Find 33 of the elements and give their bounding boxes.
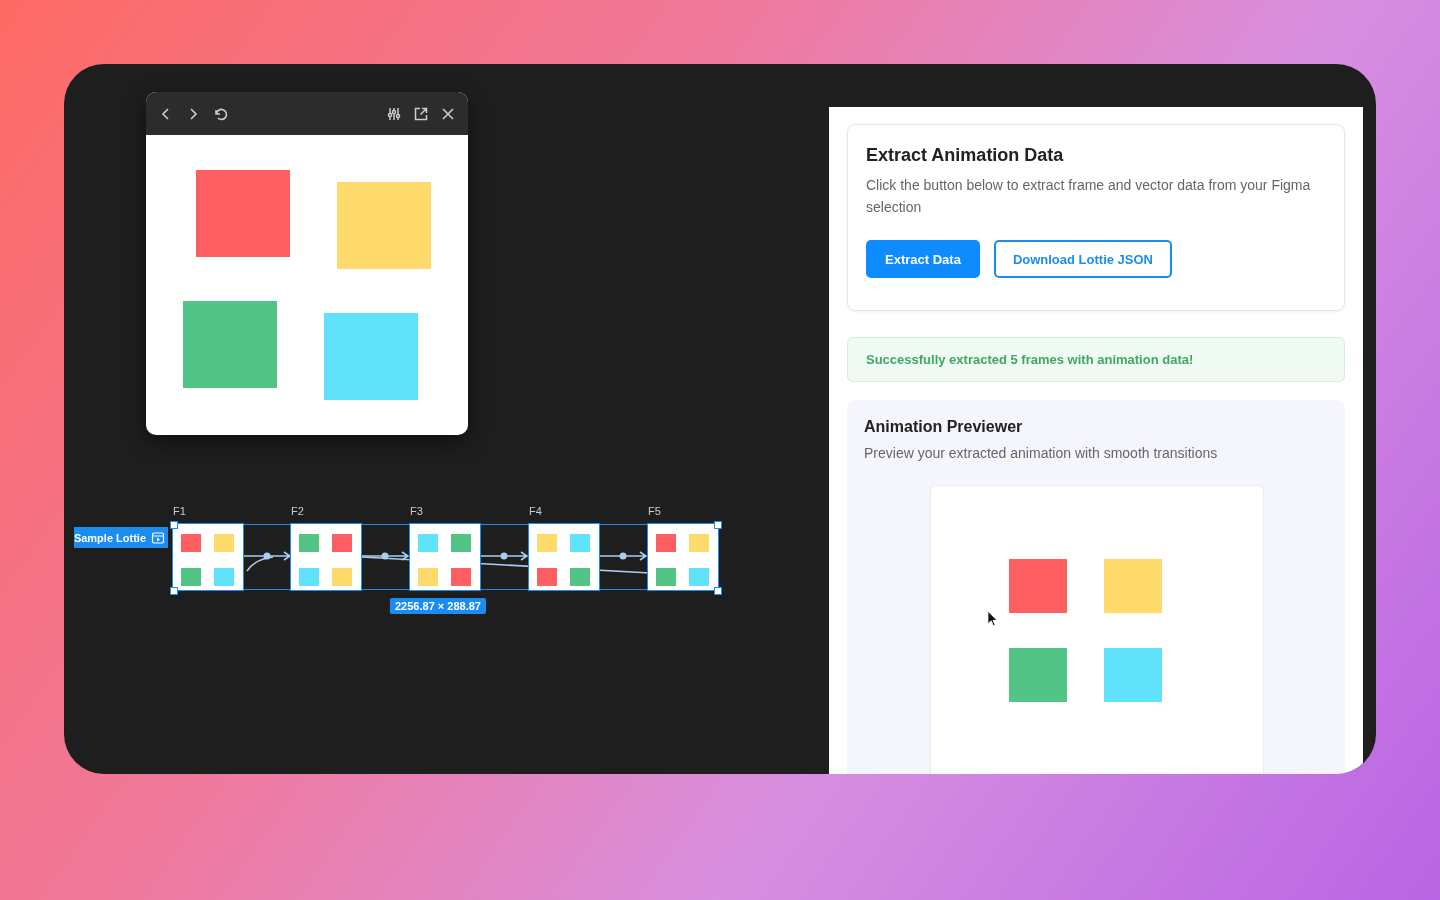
resize-handle[interactable] [170, 587, 178, 595]
dimensions-label: 2256.87 × 288.87 [390, 598, 486, 614]
success-message: Successfully extracted 5 frames with animation data! [847, 337, 1345, 382]
frame-thumbnail[interactable] [648, 524, 718, 590]
frame-label: F4 [529, 505, 542, 517]
arrow-connector [599, 551, 647, 561]
frame-thumbnail[interactable] [529, 524, 599, 590]
frame-label: F2 [291, 505, 304, 517]
extract-button[interactable]: Extract Data [866, 240, 980, 278]
resize-handle[interactable] [170, 521, 178, 529]
close-icon[interactable] [440, 105, 456, 122]
previewer-description: Preview your extracted animation with smooth transitions [864, 444, 1219, 463]
frame-label: F3 [410, 505, 423, 517]
frame-thumbnail[interactable] [173, 524, 243, 590]
cursor-icon [987, 610, 998, 627]
arrow-connector [480, 551, 528, 561]
frame-label: F5 [648, 505, 661, 517]
resize-handle[interactable] [714, 521, 722, 529]
download-button[interactable]: Download Lottie JSON [993, 240, 1172, 278]
play-frame-icon [151, 530, 165, 545]
arrow-connector [243, 551, 291, 561]
resize-handle[interactable] [714, 587, 722, 595]
frame-thumbnail[interactable] [291, 524, 361, 590]
card-description: Click the button below to extract frame and vector data from your Figma selection [866, 176, 1312, 217]
frame-label: F1 [173, 505, 186, 517]
curve-connector [246, 556, 274, 572]
previewer-title: Animation Previewer [864, 418, 1024, 436]
card-title: Extract Animation Data [866, 145, 1065, 166]
settings-icon[interactable] [386, 105, 402, 122]
frame-thumbnail[interactable] [410, 524, 480, 590]
external-link-icon[interactable] [413, 105, 429, 122]
layer-tag[interactable]: Sample Lottie [73, 527, 168, 548]
arrow-connector [361, 551, 409, 561]
